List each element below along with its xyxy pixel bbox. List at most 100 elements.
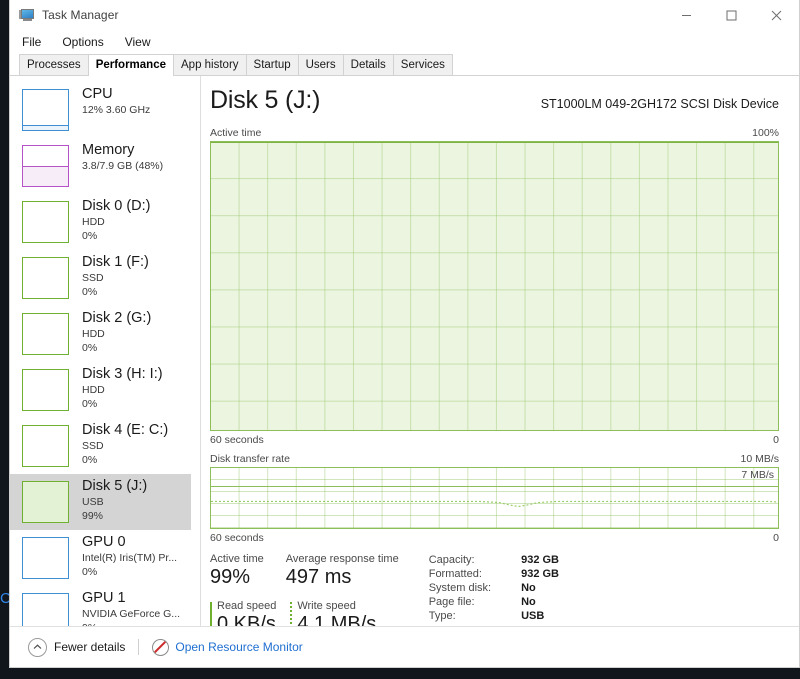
resource-sidebar[interactable]: CPU 12% 3.60 GHz Memory 3.8/7.9 GB (48%) Dis… <box>10 76 191 626</box>
sidebar-item-usage: 0% <box>82 343 98 355</box>
detail-label: Type: <box>428 610 456 622</box>
active-time-x-right: 0 <box>773 434 779 446</box>
sidebar-mini-graph <box>22 537 69 579</box>
response-time-stat-value: 497 ms <box>285 566 352 588</box>
transfer-rate-graph[interactable]: 7 MB/s <box>210 467 779 529</box>
open-resource-monitor-link[interactable]: Open Resource Monitor <box>152 638 303 656</box>
sidebar-item-texts: Disk 5 (J:) USB 99% <box>82 478 147 522</box>
sidebar-item-disk-0-d[interactable]: Disk 0 (D:) HDD 0% <box>10 194 191 250</box>
sidebar-item-gpu-0[interactable]: GPU 0 Intel(R) Iris(TM) Pr... 0% <box>10 530 191 586</box>
sidebar-item-subtitle: SSD <box>82 441 104 453</box>
sidebar-item-title: Disk 5 (J:) <box>82 478 148 494</box>
menu-item-view[interactable]: View <box>122 32 160 52</box>
minimize-button[interactable] <box>664 0 709 30</box>
tab-users[interactable]: Users <box>297 54 344 75</box>
sidebar-item-gpu-1[interactable]: GPU 1 NVIDIA GeForce G... 9% <box>10 586 191 626</box>
active-time-axis: 60 seconds 0 <box>210 434 779 446</box>
transfer-rate-x-right: 0 <box>773 532 779 544</box>
active-time-max-label: 100% <box>752 127 779 139</box>
stats-left-group: Active time 99% Average response time 49… <box>210 553 421 626</box>
detail-header: Disk 5 (J:) ST1000LM 049-2GH172 SCSI Dis… <box>210 86 779 120</box>
tab-strip: Processes Performance App history Startu… <box>10 54 799 76</box>
sidebar-item-disk-3-h-i[interactable]: Disk 3 (H: I:) HDD 0% <box>10 362 191 418</box>
speed-stats: Read speed 0 KB/s Write speed 4.1 MB/s <box>210 600 421 626</box>
sidebar-item-texts: CPU 12% 3.60 GHz <box>82 86 150 116</box>
sidebar-mini-graph <box>22 201 69 243</box>
title-bar: Task Manager <box>10 0 799 30</box>
tab-app-history[interactable]: App history <box>173 54 247 75</box>
active-time-x-left: 60 seconds <box>210 434 264 446</box>
write-speed-value: 4.1 MB/s <box>297 613 377 626</box>
read-speed-value: 0 KB/s <box>217 613 276 626</box>
sidebar-item-disk-1-f[interactable]: Disk 1 (F:) SSD 0% <box>10 250 191 306</box>
sidebar-item-disk-4-e-c[interactable]: Disk 4 (E: C:) SSD 0% <box>10 418 191 474</box>
transfer-rate-labels: Disk transfer rate 10 MB/s <box>210 453 779 465</box>
sidebar-mini-graph <box>22 257 69 299</box>
content-area: CPU 12% 3.60 GHz Memory 3.8/7.9 GB (48%) Dis… <box>10 76 799 626</box>
transfer-rate-axis: 60 seconds 0 <box>210 532 779 544</box>
close-button[interactable] <box>754 0 799 30</box>
sidebar-item-disk-5-j[interactable]: Disk 5 (J:) USB 99% <box>10 474 191 530</box>
fewer-details-button[interactable]: Fewer details <box>28 637 126 657</box>
tab-processes[interactable]: Processes <box>19 54 89 75</box>
write-speed-legend-bar <box>290 602 293 626</box>
active-time-graph-label: Active time <box>210 127 262 139</box>
sidebar-mini-graph-fill <box>23 482 68 522</box>
read-speed-label: Read speed <box>217 600 277 612</box>
active-time-stat-label: Active time <box>210 553 264 565</box>
sidebar-item-usage: 0% <box>82 455 98 467</box>
sidebar-mini-graph <box>22 481 69 523</box>
sidebar-item-subtitle: NVIDIA GeForce G... <box>82 609 181 621</box>
page-title: Disk 5 (J:) <box>210 86 321 114</box>
write-speed-line <box>211 468 778 525</box>
detail-value: 932 GB <box>521 568 559 580</box>
sidebar-item-disk-2-g[interactable]: Disk 2 (G:) HDD 0% <box>10 306 191 362</box>
tab-details[interactable]: Details <box>342 54 394 75</box>
tab-services[interactable]: Services <box>392 54 453 75</box>
sidebar-mini-graph <box>22 313 69 355</box>
transfer-rate-x-left: 60 seconds <box>210 532 264 544</box>
active-time-stat: Active time 99% <box>210 553 264 589</box>
fewer-details-label: Fewer details <box>54 640 126 654</box>
sidebar-item-cpu[interactable]: CPU 12% 3.60 GHz <box>10 82 191 138</box>
sidebar-item-title: Disk 4 (E: C:) <box>82 422 169 438</box>
sidebar-item-usage: 0% <box>82 567 98 579</box>
sidebar-item-texts: Disk 0 (D:) HDD 0% <box>82 198 150 242</box>
active-time-labels: Active time 100% <box>210 127 779 139</box>
detail-label: Capacity: <box>428 554 475 566</box>
sidebar-item-usage: 99% <box>82 511 104 523</box>
sidebar-item-title: Memory <box>82 142 135 158</box>
sidebar-mini-graph <box>22 593 69 626</box>
sidebar-item-title: GPU 1 <box>82 590 126 606</box>
active-time-plot-line <box>211 142 778 143</box>
sidebar-item-subtitle: 12% 3.60 GHz <box>82 105 151 117</box>
resource-monitor-icon <box>152 638 170 656</box>
active-time-plot-fill <box>211 142 778 430</box>
transfer-rate-scale-note: 7 MB/s <box>741 469 774 481</box>
sidebar-item-memory[interactable]: Memory 3.8/7.9 GB (48%) <box>10 138 191 194</box>
detail-value: No <box>521 596 536 608</box>
sidebar-item-subtitle: HDD <box>82 385 105 397</box>
stats-area: Active time 99% Average response time 49… <box>210 553 779 626</box>
write-speed-label: Write speed <box>297 600 356 612</box>
sidebar-item-texts: GPU 0 Intel(R) Iris(TM) Pr... 0% <box>82 534 177 578</box>
detail-label: System disk: <box>428 582 492 594</box>
sidebar-item-usage: 0% <box>82 399 98 411</box>
maximize-button[interactable] <box>709 0 754 30</box>
active-time-graph[interactable] <box>210 141 779 431</box>
sidebar-mini-graph <box>22 89 69 131</box>
active-time-stat-value: 99% <box>210 566 251 588</box>
sidebar-mini-graph-fill <box>23 165 68 186</box>
device-details-table: Capacity: 932 GB Formatted: 932 GB System di… <box>429 553 559 626</box>
tab-performance[interactable]: Performance <box>87 54 174 76</box>
detail-label: Formatted: <box>428 568 482 580</box>
sidebar-mini-graph <box>22 369 69 411</box>
menu-item-file[interactable]: File <box>19 32 50 52</box>
tab-startup[interactable]: Startup <box>245 54 299 75</box>
sidebar-item-texts: Disk 3 (H: I:) HDD 0% <box>82 366 163 410</box>
transfer-rate-graph-label: Disk transfer rate <box>210 453 290 465</box>
sidebar-item-title: Disk 1 (F:) <box>82 254 149 270</box>
window-controls <box>664 0 799 30</box>
menu-item-options[interactable]: Options <box>59 32 112 52</box>
task-manager-window: Task Manager File Options View Processes… <box>9 0 800 668</box>
